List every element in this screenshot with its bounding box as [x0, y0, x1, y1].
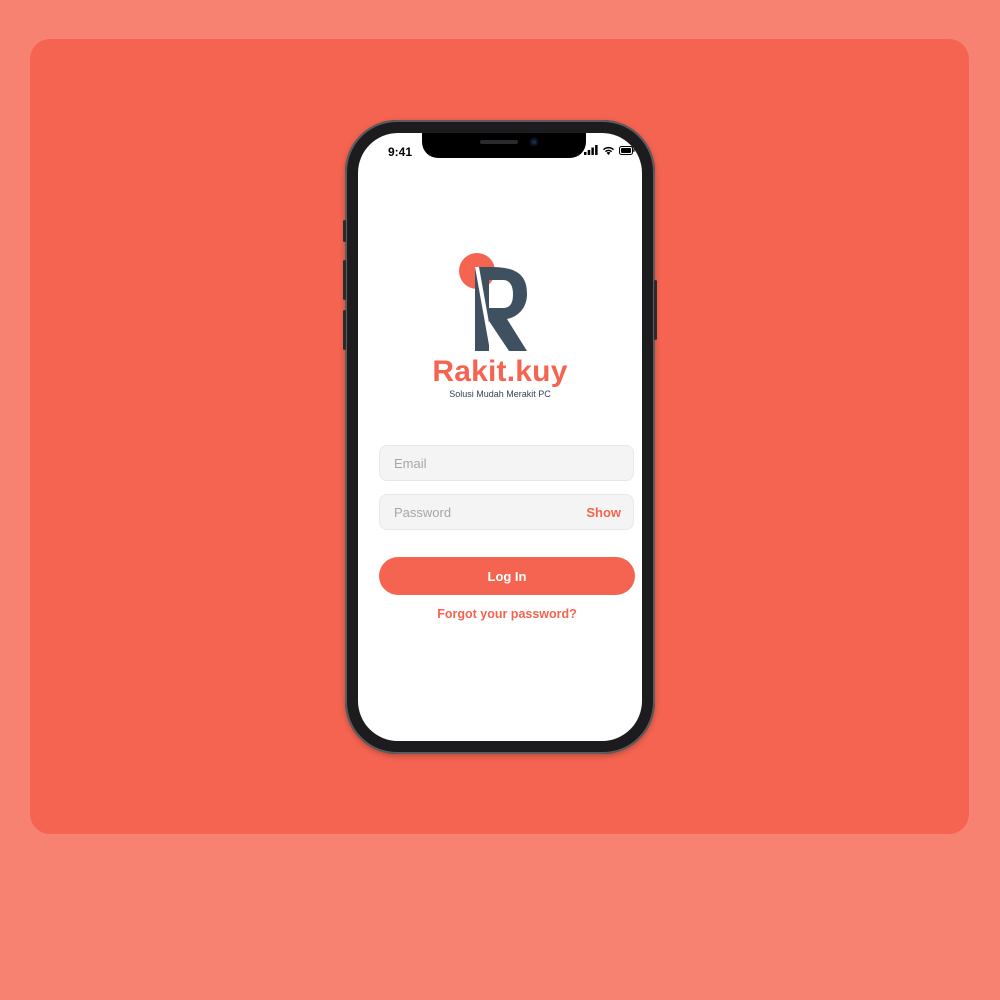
forgot-password-link[interactable]: Forgot your password?	[358, 607, 642, 621]
email-field[interactable]	[379, 445, 634, 481]
notch	[422, 133, 586, 158]
phone-screen: 9:41 Rakit.kuy Solusi Mudah Merakit PC E…	[358, 133, 642, 741]
battery-icon	[619, 145, 635, 155]
power-button	[654, 280, 657, 340]
login-button[interactable]: Log In	[379, 557, 635, 595]
password-input[interactable]	[392, 503, 579, 521]
phone-frame: 9:41 Rakit.kuy Solusi Mudah Merakit PC E…	[343, 120, 657, 754]
speaker-grille	[480, 140, 518, 144]
front-camera-icon	[530, 138, 538, 146]
status-time: 9:41	[388, 145, 413, 159]
status-icons	[584, 145, 635, 155]
mute-switch	[343, 220, 346, 242]
volume-up-button	[343, 260, 346, 300]
rakit-logo-mark-icon	[459, 253, 527, 351]
email-input[interactable]	[392, 454, 621, 472]
volume-down-button	[343, 310, 346, 350]
wifi-icon	[603, 146, 614, 155]
app-logo: Rakit.kuy Solusi Mudah Merakit PC	[358, 243, 642, 399]
cellular-signal-icon	[584, 145, 598, 155]
brand-tagline: Solusi Mudah Merakit PC	[449, 389, 551, 399]
show-password-toggle[interactable]: Show	[586, 505, 621, 520]
brand-name: Rakit.kuy	[432, 355, 568, 388]
password-field[interactable]: Show	[379, 494, 634, 530]
